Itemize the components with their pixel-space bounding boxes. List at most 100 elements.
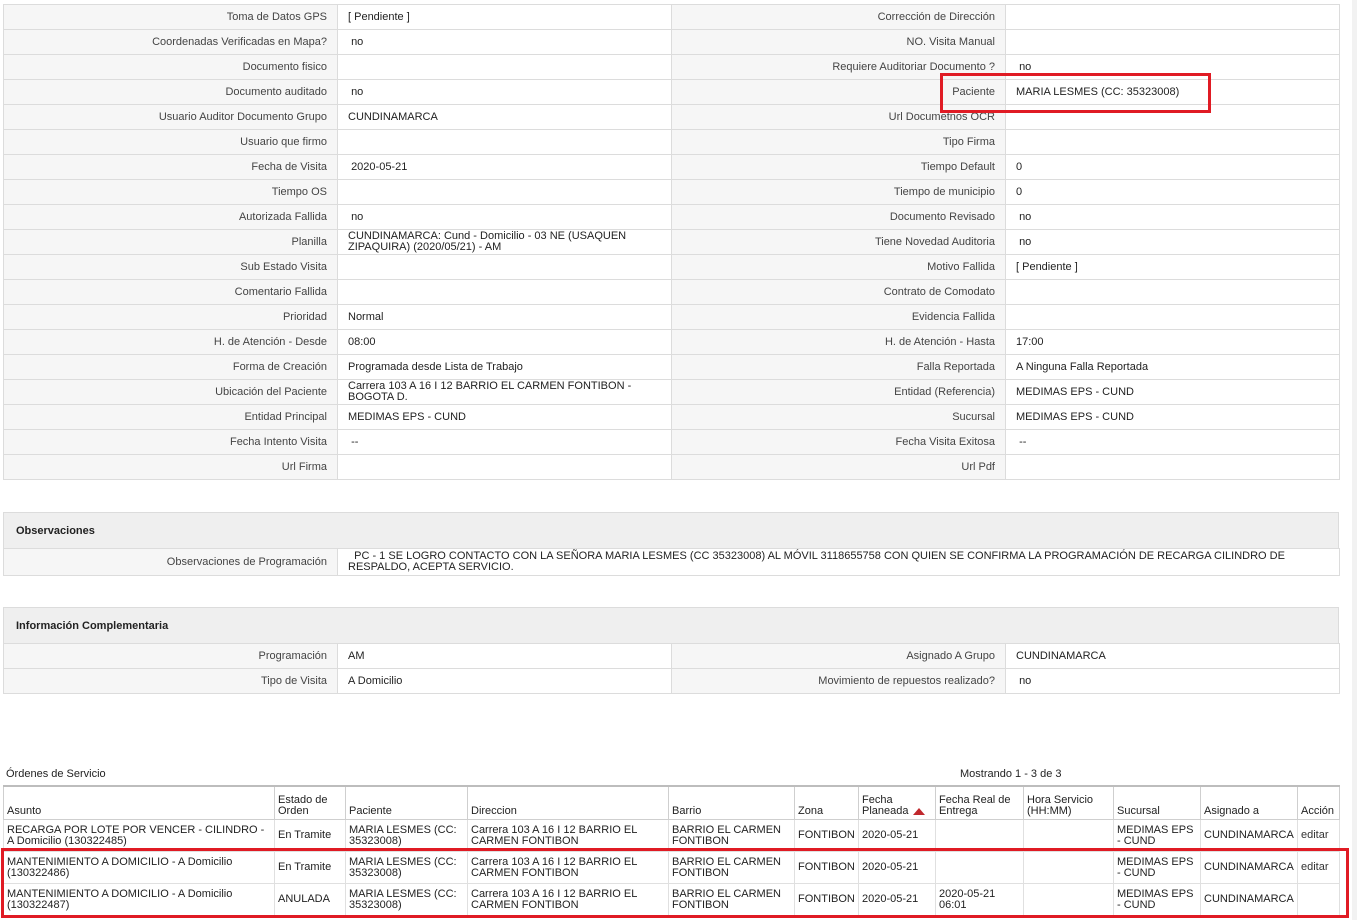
url-firma-label: Url Firma — [3, 454, 338, 480]
autorizada-fallida-value: no — [337, 204, 672, 230]
detail-row: Toma de Datos GPS[ Pendiente ] Corrección… — [3, 4, 1340, 30]
coordenadas-verificadas-en-mapa-value: no — [337, 29, 672, 55]
h-de-atencion-hasta-value: 17:00 — [1005, 329, 1340, 355]
edit-link[interactable]: editar — [1301, 829, 1329, 841]
cell-paciente: MARIA LESMES (CC: 35323008) — [345, 819, 468, 852]
sucursal-value: MEDIMAS EPS - CUND — [1005, 404, 1340, 430]
planilla-label: Planilla — [3, 229, 338, 255]
detail-row: Documento fisico Requiere Auditoriar Docu… — [3, 54, 1340, 80]
ubicacion-del-paciente-label: Ubicación del Paciente — [3, 379, 338, 405]
movimiento-de-repuestos-realizado-value: no — [1005, 668, 1340, 694]
cell-asunto: MANTENIMIENTO A DOMICILIO - A Domicilio … — [3, 883, 275, 916]
tipo-de-visita-value: A Domicilio — [337, 668, 672, 694]
info-row: Programación AM Asignado A Grupo CUNDINAMAR… — [3, 643, 1340, 669]
tiempo-os-value — [337, 179, 672, 205]
cell-asunto: RECARGA POR LOTE POR VENCER - CILINDRO -… — [3, 819, 275, 852]
correccion-de-direccion-value — [1005, 4, 1340, 30]
table-row: MANTENIMIENTO A DOMICILIO - A Domicilio … — [3, 883, 1340, 916]
motivo-fallida-value: [ Pendiente ] — [1005, 254, 1340, 280]
usuario-auditor-documento-grupo-label: Usuario Auditor Documento Grupo — [3, 104, 338, 130]
cell-direccion: Carrera 103 A 16 I 12 BARRIO EL CARMEN F… — [467, 819, 669, 852]
tiene-novedad-auditoria-label: Tiene Novedad Auditoria — [671, 229, 1006, 255]
cell-accion: editar — [1297, 819, 1340, 852]
cell-asunto: MANTENIMIENTO A DOMICILIO - A Domicilio … — [3, 851, 275, 884]
cell-sucursal: MEDIMAS EPS - CUND — [1113, 883, 1201, 916]
toma-de-datos-gps-label: Toma de Datos GPS — [3, 4, 338, 30]
entidad-referencia-value: MEDIMAS EPS - CUND — [1005, 379, 1340, 405]
documento-auditado-value: no — [337, 79, 672, 105]
cell-hora-servicio — [1023, 819, 1114, 852]
detail-row: Entidad Principal MEDIMAS EPS - CUND Sucur… — [3, 404, 1340, 430]
tiempo-os-label: Tiempo OS — [3, 179, 338, 205]
url-firma-value — [337, 454, 672, 480]
col-hora-servicio[interactable]: Hora Servicio (HH:MM) — [1023, 785, 1114, 820]
cell-barrio: BARRIO EL CARMEN FONTIBON — [668, 883, 795, 916]
col-sucursal[interactable]: Sucursal — [1113, 785, 1201, 820]
cell-fecha-real-entrega — [935, 851, 1024, 884]
detail-row: Fecha Intento Visita -- Fecha Visita Exit… — [3, 429, 1340, 455]
detail-row: Fecha de Visita 2020-05-21 Tiempo Default… — [3, 154, 1340, 180]
detail-row: Sub Estado Visita Motivo Fallida[ Pendien… — [3, 254, 1340, 280]
cell-direccion: Carrera 103 A 16 I 12 BARRIO EL CARMEN F… — [467, 883, 669, 916]
contrato-de-comodato-value — [1005, 279, 1340, 305]
programacion-label: Programación — [3, 643, 338, 669]
scrollbar-track[interactable] — [1352, 0, 1357, 920]
url-documetnos-ocr-label: Url Documetnos OCR — [671, 104, 1006, 130]
entidad-principal-value: MEDIMAS EPS - CUND — [337, 404, 672, 430]
visit-details-table: Toma de Datos GPS[ Pendiente ] Corrección… — [3, 4, 1340, 480]
movimiento-de-repuestos-realizado-label: Movimiento de repuestos realizado? — [671, 668, 1006, 694]
detail-row: Tiempo OS Tiempo de municipio 0 — [3, 179, 1340, 205]
tipo-de-visita-label: Tipo de Visita — [3, 668, 338, 694]
detail-row: Prioridad Normal Evidencia Fallida — [3, 304, 1340, 330]
col-direccion[interactable]: Direccion — [467, 785, 669, 820]
cell-fecha-planeada: 2020-05-21 — [858, 819, 936, 852]
cell-zona: FONTIBON — [794, 851, 859, 884]
entidad-referencia-label: Entidad (Referencia) — [671, 379, 1006, 405]
cell-accion — [1297, 883, 1340, 916]
cell-estado-orden: En Tramite — [274, 819, 346, 852]
col-zona[interactable]: Zona — [794, 785, 859, 820]
col-barrio[interactable]: Barrio — [668, 785, 795, 820]
col-paciente[interactable]: Paciente — [345, 785, 468, 820]
info-complementaria-section: Información Complementaria Programación A… — [3, 607, 1340, 694]
tiene-novedad-auditoria-value: no — [1005, 229, 1340, 255]
col-estado-orden[interactable]: Estado de Orden — [274, 785, 346, 820]
cell-fecha-planeada: 2020-05-21 — [858, 851, 936, 884]
info-complementaria-title: Información Complementaria — [3, 607, 1339, 643]
observaciones-label: Observaciones de Programación — [3, 548, 338, 576]
detail-row: H. de Atención - Desde 08:00 H. de Atenció… — [3, 329, 1340, 355]
documento-fisico-value — [337, 54, 672, 80]
observaciones-section: Observaciones Observaciones de Programac… — [3, 512, 1340, 576]
requiere-auditoriar-documento-value: no — [1005, 54, 1340, 80]
visit-details: Toma de Datos GPS[ Pendiente ] Corrección… — [3, 4, 1340, 480]
detail-row: Usuario Auditor Documento Grupo CUNDINAMA… — [3, 104, 1340, 130]
evidencia-fallida-value — [1005, 304, 1340, 330]
documento-revisado-label: Documento Revisado — [671, 204, 1006, 230]
col-fecha-real-entrega[interactable]: Fecha Real de Entrega — [935, 785, 1024, 820]
contrato-de-comodato-label: Contrato de Comodato — [671, 279, 1006, 305]
col-asunto[interactable]: Asunto — [3, 785, 275, 820]
falla-reportada-label: Falla Reportada — [671, 354, 1006, 380]
col-fecha-planeada[interactable]: Fecha Planeada — [858, 785, 936, 820]
detail-row: Comentario Fallida Contrato de Comodato — [3, 279, 1340, 305]
tiempo-default-value: 0 — [1005, 154, 1340, 180]
cell-barrio: BARRIO EL CARMEN FONTIBON — [668, 851, 795, 884]
usuario-que-firmo-value — [337, 129, 672, 155]
documento-fisico-label: Documento fisico — [3, 54, 338, 80]
falla-reportada-value: A Ninguna Falla Reportada — [1005, 354, 1340, 380]
col-asignado-a[interactable]: Asignado a — [1200, 785, 1298, 820]
no-visita-manual-value — [1005, 29, 1340, 55]
detail-row: Documento auditado no Paciente MARIA LESME… — [3, 79, 1340, 105]
fecha-de-visita-value: 2020-05-21 — [337, 154, 672, 180]
usuario-que-firmo-label: Usuario que firmo — [3, 129, 338, 155]
edit-link[interactable]: editar — [1301, 861, 1329, 873]
url-pdf-label: Url Pdf — [671, 454, 1006, 480]
cell-asignado-a: CUNDINAMARCA — [1200, 851, 1298, 884]
asignado-a-grupo-label: Asignado A Grupo — [671, 643, 1006, 669]
observaciones-title: Observaciones — [3, 512, 1339, 548]
cell-estado-orden: ANULADA — [274, 883, 346, 916]
orders-header-row: Asunto Estado de Orden Paciente Direccio… — [3, 785, 1340, 820]
fecha-intento-visita-value: -- — [337, 429, 672, 455]
requiere-auditoriar-documento-label: Requiere Auditoriar Documento ? — [671, 54, 1006, 80]
documento-auditado-label: Documento auditado — [3, 79, 338, 105]
